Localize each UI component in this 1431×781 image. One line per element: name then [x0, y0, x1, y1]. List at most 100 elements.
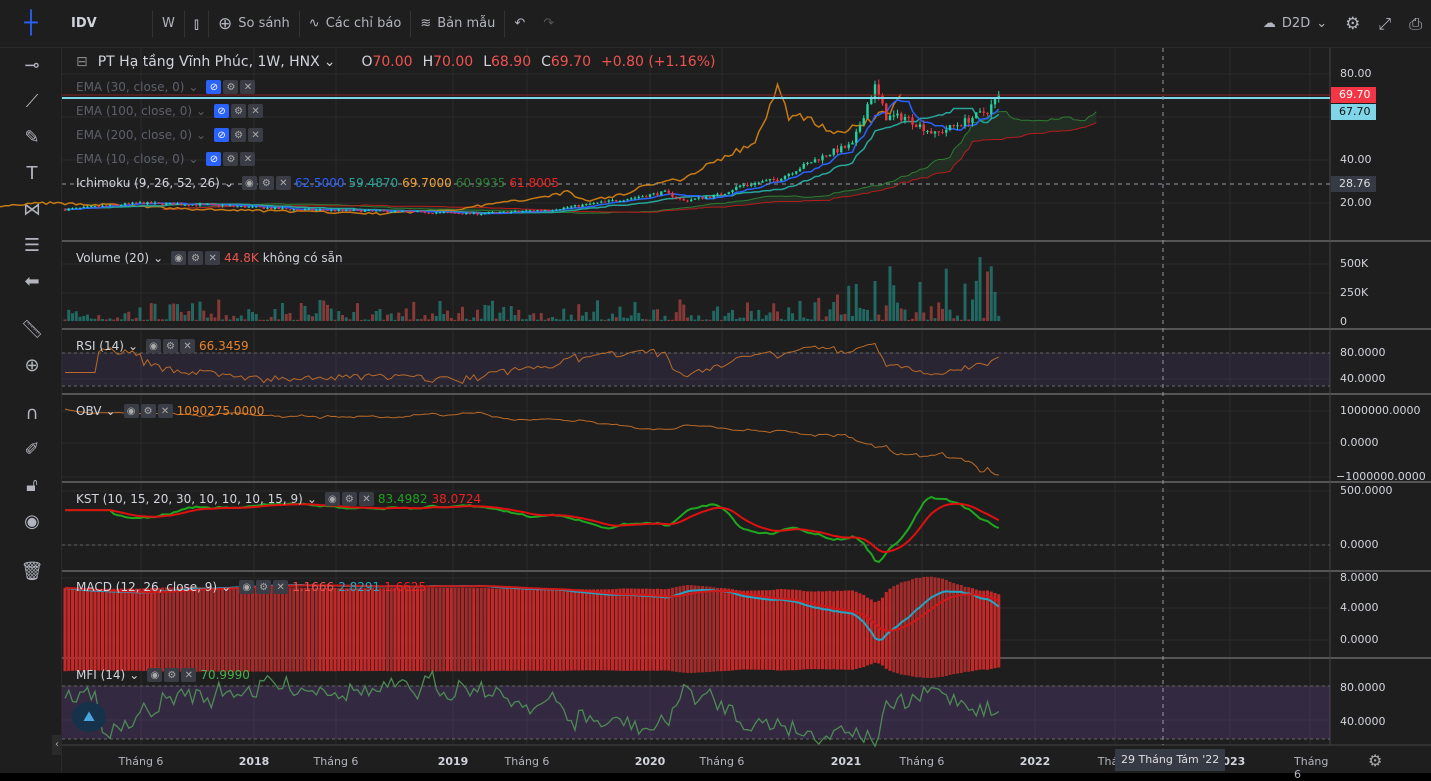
close-icon[interactable]: ✕	[240, 80, 256, 94]
study-label: MACD (12, 26, close, 9)	[76, 580, 218, 594]
volume-bar	[172, 303, 176, 321]
macd-histogram-bar	[431, 587, 434, 672]
mfi-legend[interactable]: MFI (14) ⌄ ◉ ⚙ ✕ 70.9990	[76, 668, 250, 682]
close-icon[interactable]: ✕	[273, 580, 289, 594]
volume-bar	[551, 316, 554, 321]
candle	[180, 203, 183, 205]
macd-histogram-bar	[513, 588, 517, 671]
volume-bar	[179, 312, 183, 321]
volume-bar	[367, 319, 371, 321]
chevron-down-icon[interactable]: ⌄	[324, 54, 336, 70]
candle	[416, 211, 419, 213]
ema30-legend[interactable]: EMA (30, close, 0) ⌄ ⊘ ⚙ ✕	[76, 80, 256, 94]
gear-icon[interactable]: ⚙	[188, 251, 204, 265]
gear-icon[interactable]: ⚙	[164, 668, 180, 682]
macd-histogram-bar	[982, 590, 986, 670]
gear-icon[interactable]: ⚙	[140, 404, 156, 418]
rsi-value: 66.3459	[199, 339, 249, 353]
macd-histogram-bar	[434, 587, 438, 672]
ema100-legend[interactable]: EMA (100, close, 0) ⌄ ⊘ ⚙ ✕	[76, 104, 264, 118]
candle	[213, 204, 217, 206]
candle	[423, 211, 427, 213]
candle	[536, 210, 539, 212]
ema200-legend[interactable]: EMA (200, close, 0) ⌄ ⊘ ⚙ ✕	[76, 128, 264, 142]
rsi-legend[interactable]: RSI (14) ⌄ ◉ ⚙ ✕ 66.3459	[76, 339, 249, 353]
ichimoku-legend[interactable]: Ichimoku (9, 26, 52, 26) ⌄ ◉ ⚙ ✕ 62.5000 59.…	[76, 176, 559, 190]
hidden-eye-icon[interactable]: ⊘	[206, 152, 222, 166]
hidden-eye-icon[interactable]: ⊘	[206, 80, 222, 94]
macd-histogram-bar	[824, 591, 828, 670]
volume-bar	[491, 300, 494, 321]
candle	[408, 211, 412, 213]
gear-icon[interactable]: ⚙	[341, 492, 357, 506]
volume-bar	[798, 300, 802, 321]
volume-bar	[888, 266, 892, 321]
eye-icon[interactable]: ◉	[241, 176, 257, 190]
close-icon[interactable]: ✕	[358, 492, 374, 506]
gear-icon[interactable]: ⚙	[223, 80, 239, 94]
gear-icon[interactable]: ⚙	[256, 580, 272, 594]
tradingview-logo[interactable]: ⛰	[72, 702, 106, 732]
volume-bar	[307, 314, 311, 321]
volume-bar	[479, 318, 483, 321]
close-icon[interactable]: ✕	[275, 176, 291, 190]
eye-icon[interactable]: ◉	[146, 339, 162, 353]
scale-settings-gear-icon[interactable]: ⚙	[1368, 751, 1382, 770]
gear-icon[interactable]: ⚙	[231, 128, 247, 142]
candle	[318, 209, 322, 211]
gear-icon[interactable]: ⚙	[231, 104, 247, 118]
gear-icon[interactable]: ⚙	[258, 176, 274, 190]
chikou-value: 69.7000	[402, 176, 452, 190]
eye-icon[interactable]: ◉	[239, 580, 255, 594]
series-title[interactable]: PT Hạ tầng Vĩnh Phúc, 1W, HNX	[98, 54, 320, 70]
open-label: O	[361, 54, 373, 70]
ema10-legend[interactable]: EMA (10, close, 0) ⌄ ⊘ ⚙ ✕	[76, 152, 256, 166]
gear-icon[interactable]: ⚙	[163, 339, 179, 353]
macd-histogram-bar	[633, 588, 637, 671]
eye-icon[interactable]: ◉	[171, 251, 187, 265]
close-icon[interactable]: ✕	[248, 128, 264, 142]
close-icon[interactable]: ✕	[240, 152, 256, 166]
obv-value: 1090275.0000	[176, 404, 265, 418]
volume-bar	[869, 319, 873, 321]
macd-histogram-bar	[659, 589, 663, 671]
volume-bar	[629, 315, 633, 321]
macd-histogram-bar	[202, 587, 206, 672]
macd-histogram-bar	[281, 587, 284, 672]
close-icon[interactable]: ✕	[180, 339, 196, 353]
candle	[292, 209, 295, 211]
collapse-icon[interactable]: ⊟	[76, 54, 88, 70]
volume-bar	[704, 319, 708, 321]
volume-legend[interactable]: Volume (20) ⌄ ◉ ⚙ ✕ 44.8K không có sẵn	[76, 251, 343, 265]
candle	[873, 84, 877, 99]
close-icon[interactable]: ✕	[181, 668, 197, 682]
hidden-eye-icon[interactable]: ⊘	[214, 128, 230, 142]
gear-icon[interactable]: ⚙	[223, 152, 239, 166]
macd-histogram-bar	[483, 587, 487, 672]
eye-icon[interactable]: ◉	[324, 492, 340, 506]
macd-histogram-bar	[551, 588, 554, 671]
candle	[472, 212, 475, 214]
macd-legend[interactable]: MACD (12, 26, close, 9) ⌄ ◉ ⚙ ✕ 1.1666 2.82…	[76, 580, 426, 594]
candle	[540, 210, 543, 212]
obv-legend[interactable]: OBV ⌄ ◉ ⚙ ✕ 1090275.0000	[76, 404, 264, 418]
macd-histogram-bar	[704, 586, 708, 673]
volume-bar	[592, 311, 596, 321]
kst-legend[interactable]: KST (10, 15, 20, 30, 10, 10, 10, 15, 9) …	[76, 492, 481, 506]
volume-bar	[963, 283, 967, 321]
candle	[491, 212, 494, 214]
candle	[720, 193, 723, 196]
volume-bar	[472, 317, 476, 321]
close-icon[interactable]: ✕	[248, 104, 264, 118]
macd-histogram-bar	[479, 587, 483, 672]
eye-icon[interactable]: ◉	[147, 668, 163, 682]
ichimoku-cloud	[162, 111, 1097, 214]
collapse-toolbar-button[interactable]: ‹	[52, 735, 62, 755]
volume-bar	[134, 317, 138, 321]
hidden-eye-icon[interactable]: ⊘	[214, 104, 230, 118]
eye-icon[interactable]: ◉	[123, 404, 139, 418]
volume-bar	[731, 309, 734, 321]
candle	[888, 115, 892, 121]
close-icon[interactable]: ✕	[157, 404, 173, 418]
close-icon[interactable]: ✕	[205, 251, 221, 265]
